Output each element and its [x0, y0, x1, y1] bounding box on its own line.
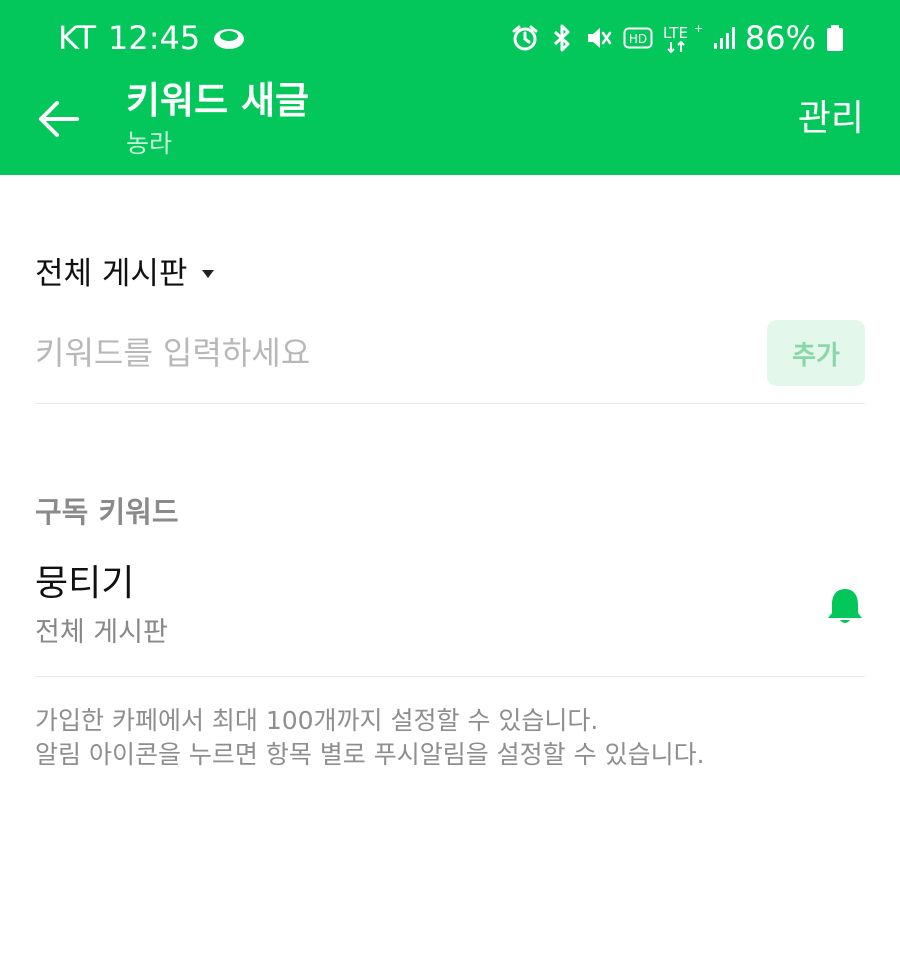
back-button[interactable] [34, 95, 82, 143]
caret-down-icon [201, 269, 215, 279]
section-title: 구독 키워드 [35, 495, 179, 529]
status-right: HD LTE + 86% [501, 18, 844, 58]
lte-icon: LTE + [663, 22, 703, 54]
clock: 12:45 [108, 19, 201, 57]
notification-app-icon [212, 25, 246, 51]
alarm-icon [511, 24, 539, 52]
svg-text:HD: HD [629, 32, 647, 46]
mute-icon [585, 24, 613, 52]
divider [35, 403, 865, 404]
manage-button[interactable]: 관리 [798, 96, 864, 142]
hd-icon: HD [623, 27, 653, 49]
carrier-label: KT [58, 19, 97, 57]
app-header: KT 12:45 HD LTE + 86% 키워드 새글 농라 관리 [0, 0, 900, 175]
board-dropdown[interactable]: 전체 게시판 [35, 254, 215, 294]
keyword-board: 전체 게시판 [35, 617, 168, 648]
status-bar: KT 12:45 HD LTE + 86% [0, 0, 900, 78]
keyword-input[interactable] [35, 330, 735, 376]
keyword-list-item[interactable]: 뭉티기 전체 게시판 [35, 560, 865, 660]
info-text: 가입한 카페에서 최대 100개까지 설정할 수 있습니다. 알림 아이콘을 누… [35, 704, 705, 772]
arrow-left-icon [39, 101, 79, 137]
keyword-name: 뭉티기 [35, 563, 135, 604]
battery-icon [826, 24, 844, 52]
add-keyword-button[interactable]: 추가 [767, 320, 865, 386]
battery-level: 86% [744, 19, 816, 57]
bell-icon [828, 589, 862, 623]
status-left: KT 12:45 [58, 18, 246, 58]
board-dropdown-label: 전체 게시판 [35, 256, 188, 292]
bluetooth-icon [549, 23, 575, 53]
signal-icon [713, 26, 737, 50]
info-line: 가입한 카페에서 최대 100개까지 설정할 수 있습니다. [35, 706, 599, 735]
page-title: 키워드 새글 [126, 79, 310, 122]
cafe-name: 농라 [126, 129, 173, 158]
info-line: 알림 아이콘을 누르면 항목 별로 푸시알림을 설정할 수 있습니다. [35, 740, 705, 769]
svg-text:LTE: LTE [663, 24, 688, 42]
divider [35, 676, 865, 677]
notification-toggle-button[interactable] [825, 584, 865, 628]
svg-text:+: + [694, 22, 703, 35]
